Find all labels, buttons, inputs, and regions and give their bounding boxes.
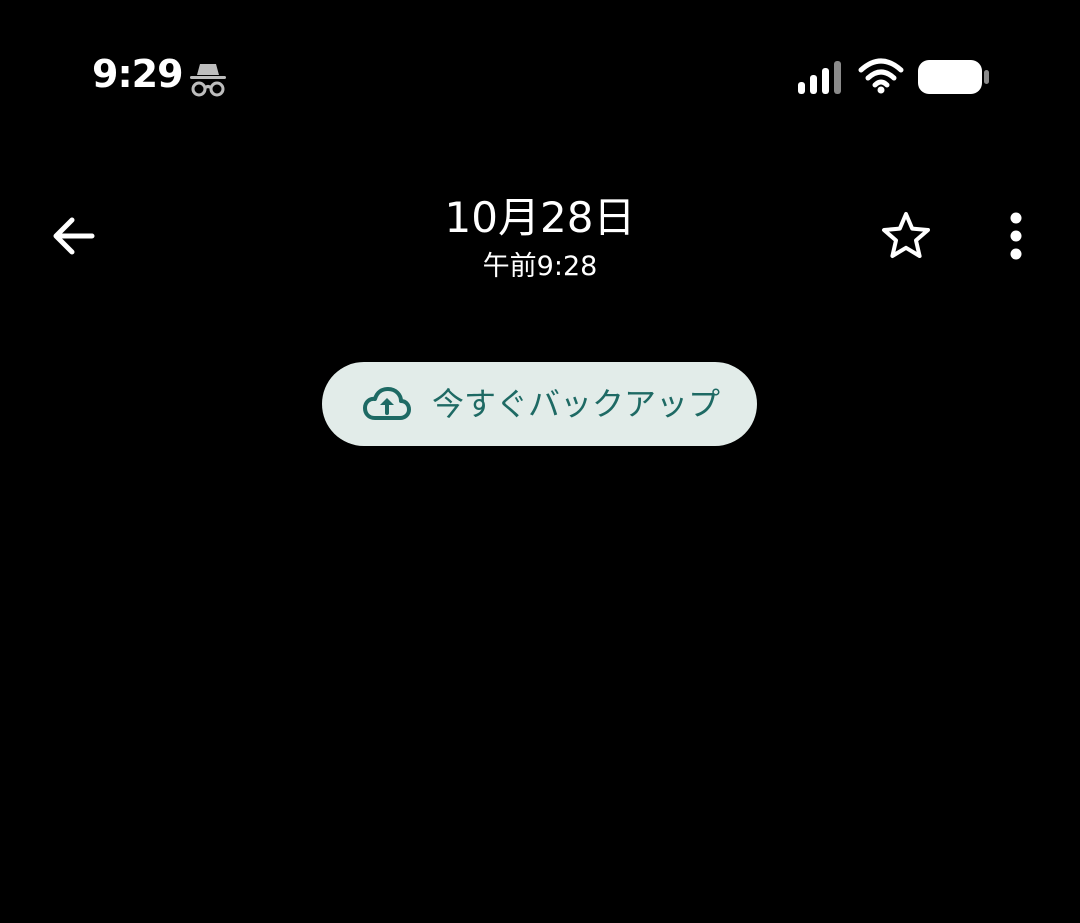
backup-now-button[interactable]: 今すぐバックアップ [322, 362, 757, 446]
cloud-upload-icon [363, 387, 411, 420]
arrow-back-icon [53, 217, 95, 255]
backup-now-label: 今すぐバックアップ [432, 385, 721, 423]
back-button[interactable] [38, 200, 110, 272]
favorite-button[interactable] [868, 198, 944, 274]
signal-icon [796, 60, 844, 94]
page-subtitle: 午前9:28 [482, 251, 598, 282]
battery-icon [916, 58, 990, 96]
status-time: 9:29 [92, 52, 184, 96]
page-title: 10月28日 [444, 193, 636, 242]
more-vert-icon [1010, 212, 1022, 260]
wifi-icon [858, 58, 904, 94]
more-options-button[interactable] [984, 200, 1048, 272]
star-outline-icon [882, 212, 930, 258]
incognito-icon [188, 60, 228, 98]
